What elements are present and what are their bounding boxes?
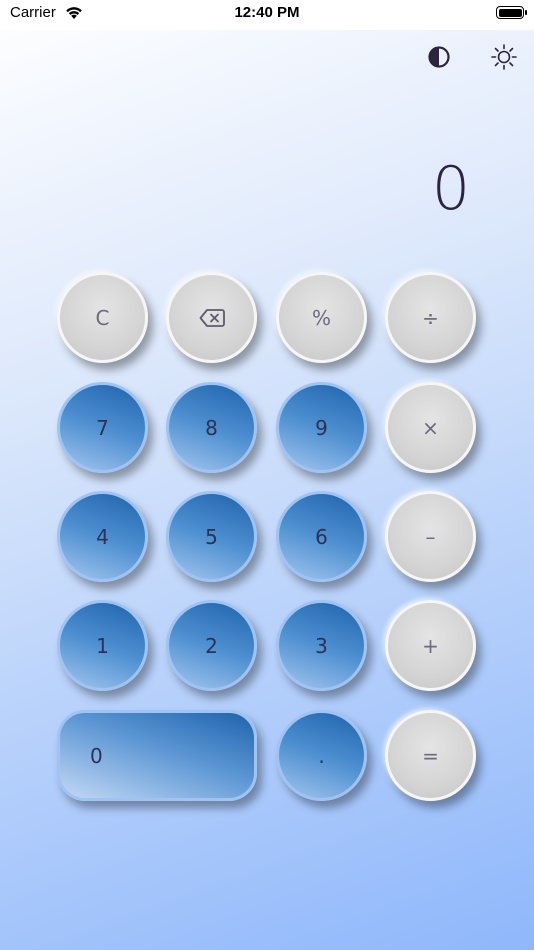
digit-6-button[interactable]: 6	[276, 491, 367, 582]
digit-2-button[interactable]: 2	[166, 600, 257, 691]
multiply-button[interactable]: ×	[385, 382, 476, 473]
contrast-button[interactable]	[424, 42, 454, 72]
digit-7-button[interactable]: 7	[57, 382, 148, 473]
status-bar: Carrier 12:40 PM	[0, 0, 534, 30]
decimal-button[interactable]: .	[276, 710, 367, 801]
backspace-icon	[199, 308, 225, 327]
battery-icon	[496, 6, 527, 19]
digit-8-button[interactable]: 8	[166, 382, 257, 473]
equals-button[interactable]: =	[385, 710, 476, 801]
contrast-icon	[428, 46, 450, 68]
digit-9-button[interactable]: 9	[276, 382, 367, 473]
result-display: 0	[431, 154, 470, 224]
digit-4-button[interactable]: 4	[57, 491, 148, 582]
status-time: 12:40 PM	[234, 4, 300, 21]
digit-3-button[interactable]: 3	[276, 600, 367, 691]
digit-1-button[interactable]: 1	[57, 600, 148, 691]
clear-button[interactable]: C	[57, 272, 148, 363]
brightness-icon	[491, 44, 517, 70]
minus-button[interactable]: –	[385, 491, 476, 582]
plus-button[interactable]: +	[385, 600, 476, 691]
percent-button[interactable]: %	[276, 272, 367, 363]
brightness-button[interactable]	[489, 42, 519, 72]
divide-button[interactable]: ÷	[385, 272, 476, 363]
backspace-button[interactable]	[166, 272, 257, 363]
digit-5-button[interactable]: 5	[166, 491, 257, 582]
digit-0-button[interactable]: 0	[57, 710, 257, 801]
